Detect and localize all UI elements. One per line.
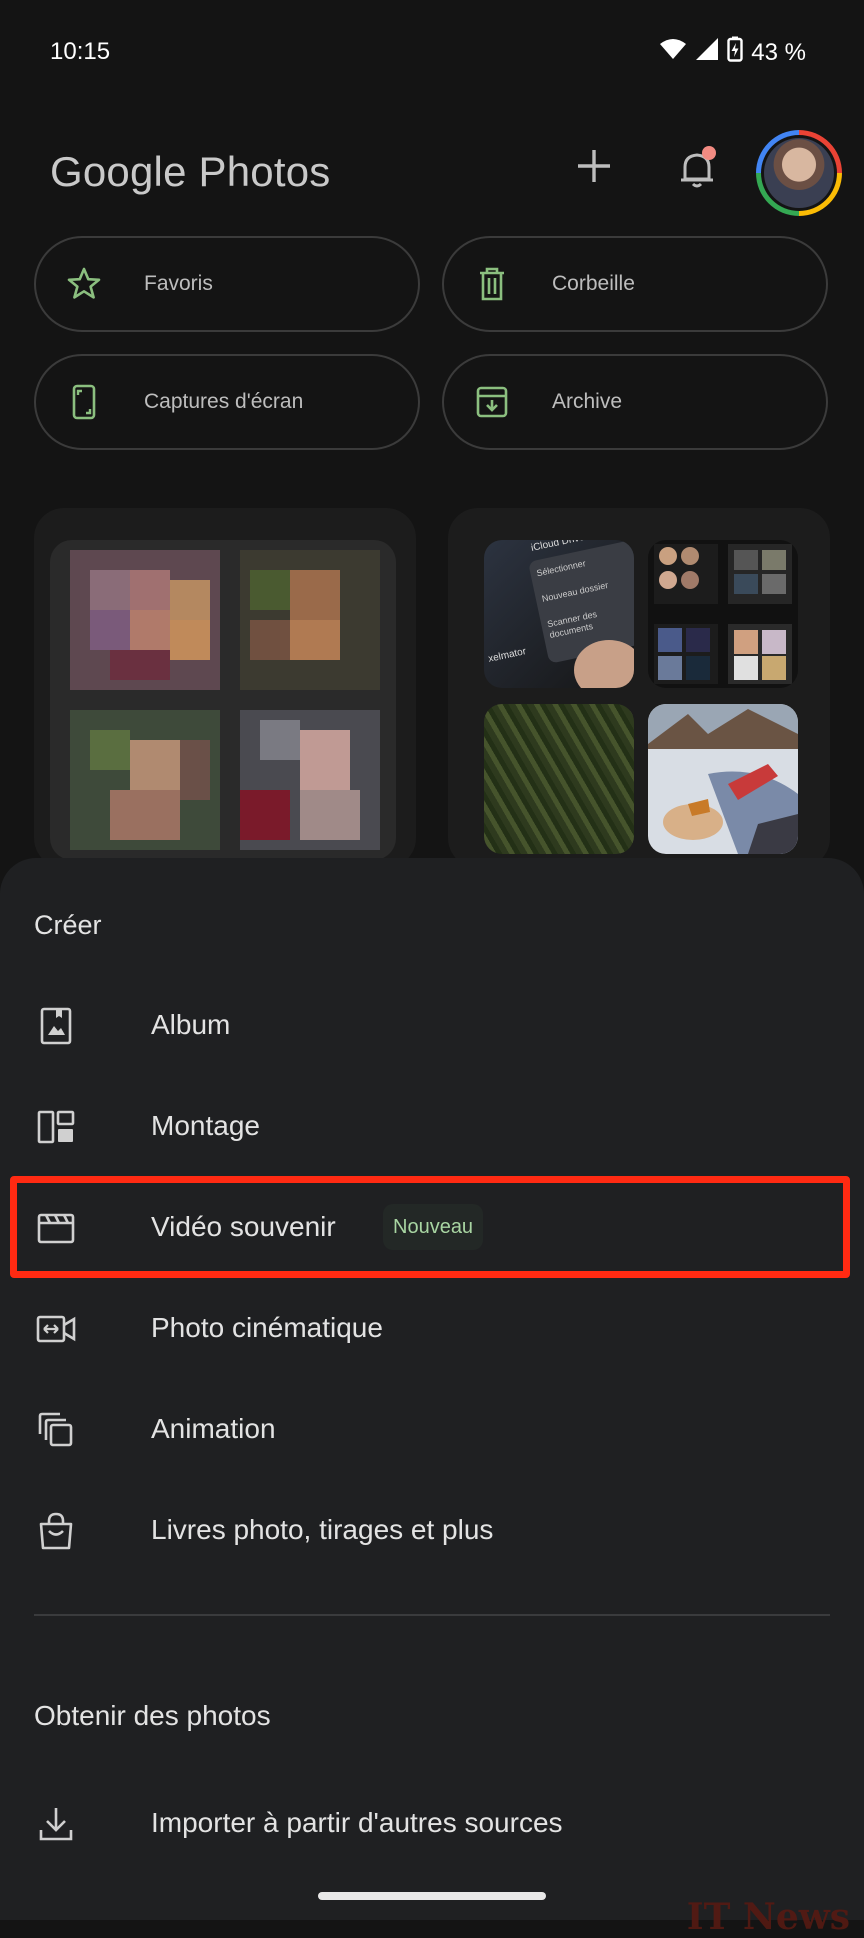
animation-layers-icon	[38, 1412, 73, 1447]
thumb-menu-option-2: Nouveau dossier	[540, 579, 610, 604]
snow-picnic-thumbnail	[648, 704, 798, 854]
battery-percent: 43 %	[751, 38, 806, 66]
watermark-text: IT News	[686, 1896, 850, 1938]
create-animation-item[interactable]: Animation	[0, 1380, 864, 1480]
section-divider	[34, 1614, 830, 1616]
trash-button[interactable]: Corbeille	[442, 236, 828, 332]
status-bar: 10:15 43 %	[0, 0, 864, 100]
import-other-sources-label: Importer à partir d'autres sources	[151, 1807, 563, 1838]
create-animation-label: Animation	[151, 1413, 276, 1444]
thumb-menu-option-3: Scanner des documents	[546, 608, 598, 640]
create-photo-books-label: Livres photo, tirages et plus	[151, 1514, 494, 1545]
get-photos-section-title: Obtenir des photos	[34, 1700, 271, 1731]
create-section-title: Créer	[34, 910, 102, 940]
star-icon	[67, 267, 101, 299]
create-cinematic-photo-label: Photo cinématique	[151, 1312, 383, 1343]
icloud-drive-screenshot-thumbnail: iCloud Drive Sélectionner Nouveau dossie…	[484, 540, 634, 688]
download-icon	[39, 1808, 73, 1841]
collage-icon	[37, 1110, 75, 1144]
highlight-box	[10, 1176, 850, 1278]
shopping-bag-icon	[39, 1512, 73, 1550]
app-header: Google Photos	[0, 130, 864, 216]
create-montage-item[interactable]: Montage	[0, 1077, 864, 1177]
favorites-button[interactable]: Favoris	[34, 236, 420, 332]
archive-label: Archive	[552, 390, 623, 413]
recent-items-card[interactable]: iCloud Drive Sélectionner Nouveau dossie…	[448, 508, 830, 868]
create-album-label: Album	[151, 1009, 231, 1040]
status-time: 10:15	[50, 38, 111, 65]
album-icon	[40, 1007, 72, 1045]
battery-charging-icon	[727, 36, 743, 69]
avatar	[764, 138, 834, 208]
screenshot-phone-icon	[72, 384, 96, 420]
favorites-label: Favoris	[144, 272, 213, 295]
people-album-card[interactable]	[34, 508, 416, 868]
import-other-sources-item[interactable]: Importer à partir d'autres sources	[0, 1774, 864, 1874]
home-indicator[interactable]	[318, 1892, 546, 1900]
screenshots-button[interactable]: Captures d'écran	[34, 354, 420, 450]
thumb-menu-option-1: Sélectionner	[535, 558, 587, 579]
add-icon	[578, 150, 610, 182]
create-cinematic-photo-item[interactable]: Photo cinématique	[0, 1279, 864, 1379]
trash-icon	[480, 267, 504, 301]
create-bottom-sheet: Créer Album Montage Vidéo souvenir Nouve…	[0, 858, 864, 1920]
cinematic-photo-icon	[36, 1315, 76, 1343]
signal-icon	[695, 37, 719, 68]
notifications-bell-icon	[681, 146, 716, 188]
app-logo-title: Google Photos	[50, 148, 331, 195]
notifications-button[interactable]	[668, 140, 726, 198]
trash-label: Corbeille	[552, 272, 635, 295]
add-button[interactable]	[568, 140, 620, 192]
create-photo-books-item[interactable]: Livres photo, tirages et plus	[0, 1481, 864, 1581]
status-icons: 43 %	[659, 36, 806, 69]
collage-thumbnail	[648, 540, 798, 688]
archive-box-icon	[476, 386, 508, 418]
screenshots-label: Captures d'écran	[144, 390, 304, 413]
account-avatar-button[interactable]	[756, 130, 842, 216]
create-montage-label: Montage	[151, 1110, 260, 1141]
create-album-item[interactable]: Album	[0, 976, 864, 1076]
pixelated-faces-thumbnail	[50, 540, 396, 860]
archive-button[interactable]: Archive	[442, 354, 828, 450]
pine-tree-thumbnail	[484, 704, 634, 854]
wifi-icon	[659, 37, 687, 68]
